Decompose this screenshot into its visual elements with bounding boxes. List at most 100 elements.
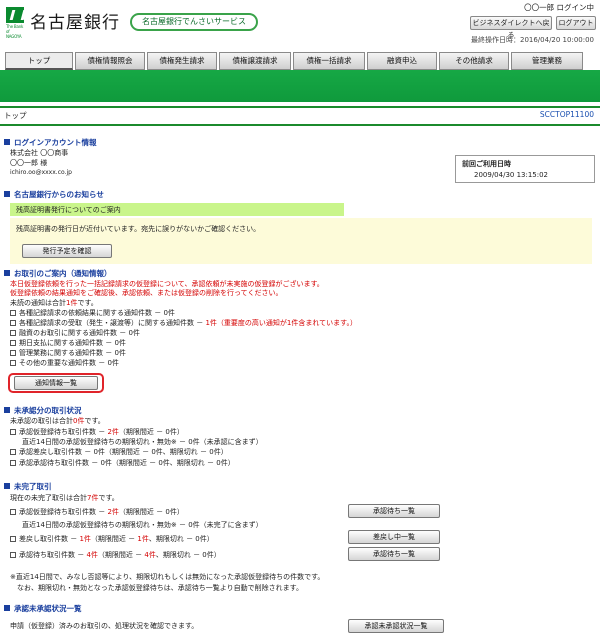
- returned-list-button[interactable]: 差戻し中一覧: [348, 530, 440, 544]
- incomplete-line-4-detail-a: （期限間近 －: [97, 551, 145, 559]
- notification-item-count: 0件: [128, 329, 140, 337]
- tab-other-requests[interactable]: その他請求: [439, 52, 509, 70]
- incomplete-line-3-label: 差戻し取引件数 －: [19, 535, 80, 543]
- awaiting-approval-list-button[interactable]: 承認待ち一覧: [348, 547, 440, 561]
- tab-bond-issue[interactable]: 債権発生請求: [147, 52, 217, 70]
- checkbox-icon: [10, 536, 16, 542]
- tab-financing[interactable]: 融資申込: [367, 52, 437, 70]
- incomplete-summary-prefix: 現在の未完了取引は合計: [10, 494, 87, 502]
- business-direct-button[interactable]: ビジネスダイレクトへ戻る: [470, 16, 552, 39]
- checkbox-icon: [10, 310, 16, 316]
- unread-summary: 未読の通知は合計1件です。: [10, 298, 98, 308]
- checkbox-icon: [10, 360, 16, 366]
- notification-item-note: （重要度の高い通知が1件含まれています。）: [216, 319, 357, 327]
- service-name-badge: 名古屋銀行でんさいサービス: [130, 13, 258, 31]
- notification-list-item: 管理業務に関する通知件数 － 0件: [10, 348, 126, 358]
- notification-item-label: 期日支払に関する通知件数: [19, 339, 103, 347]
- news-title: 残高証明書発行についてのご案内: [10, 203, 344, 216]
- notification-item-separator: －: [96, 359, 108, 367]
- incomplete-footnote-1: ※直近14日間で、みなし否認等により、期限切れもしくは無効になった承認仮登録待ち…: [10, 573, 325, 581]
- last-login-box: 前回ご利用日時 2009/04/30 13:15:02: [455, 155, 595, 183]
- section-unapproved-heading: 未承認分の取引状況: [4, 405, 82, 416]
- incomplete-summary-count: 7件: [87, 494, 99, 502]
- section-status-list-heading: 承認未承認状況一覧: [4, 603, 82, 614]
- incomplete-line-1-count: 2件: [107, 508, 119, 516]
- incomplete-line-4-near-count: 4件: [144, 551, 156, 559]
- tab-bond-transfer[interactable]: 債権譲渡請求: [219, 52, 291, 70]
- page-title: トップ: [4, 111, 27, 120]
- user-login-status: 〇〇一郎 ログイン中: [524, 3, 594, 12]
- notification-list-button[interactable]: 通知情報一覧: [14, 376, 98, 390]
- bank-name: 名古屋銀行: [30, 13, 120, 33]
- notification-list-item: その他の重要な通知件数 － 0件: [10, 358, 119, 368]
- notification-list-item: 各種記録請求の受取（発生・譲渡等）に関する通知件数 － 1件（重要度の高い通知が…: [10, 318, 357, 328]
- last-operation-time: 最終操作日時：2016/04/20 10:00:00: [470, 36, 594, 44]
- unapproved-summary: 未承認の取引は合計0件です。: [10, 416, 105, 426]
- tab-top[interactable]: トップ: [5, 52, 73, 70]
- news-body-text: 残高証明書の発行日が近付いています。宛先に誤りがないかご確認ください。: [16, 225, 261, 233]
- approval-status-list-button[interactable]: 承認未承認状況一覧: [348, 619, 444, 633]
- section-news-heading: 名古屋銀行からのお知らせ: [4, 189, 104, 200]
- notification-item-separator: －: [103, 339, 115, 347]
- screen-id: SCCTOP11100: [539, 110, 594, 119]
- notification-item-count: 0件: [107, 359, 119, 367]
- notification-item-label: その他の重要な通知件数: [19, 359, 96, 367]
- checkbox-icon: [10, 429, 16, 435]
- company-name: 株式会社 〇〇商事: [10, 149, 69, 157]
- unapproved-line-3-text: 承認差戻し取引件数 － 0件（期限間近 － 0件、期限切れ － 0件）: [19, 448, 228, 456]
- section-notifications-heading: お取引のご案内（通知情報）: [4, 268, 112, 279]
- tab-management[interactable]: 管理業務: [511, 52, 583, 70]
- incomplete-line-3-detail-b: 、期限切れ － 0件）: [148, 535, 214, 543]
- notification-item-count: 0件: [114, 349, 126, 357]
- divider: [0, 124, 600, 126]
- unread-count: 1件: [66, 299, 78, 307]
- last-login-value: 2009/04/30 13:15:02: [474, 171, 549, 179]
- page-title-bar: トップ SCCTOP11100: [0, 108, 600, 122]
- check-issue-schedule-button[interactable]: 発行予定を確認: [22, 244, 112, 258]
- unapproved-line-1-count: 2件: [107, 428, 119, 436]
- checkbox-icon: [10, 330, 16, 336]
- unapproved-line-4-text: 承認承認待ち取引件数 － 0件（期限間近 － 0件、期限切れ － 0件）: [19, 459, 235, 467]
- logout-button[interactable]: ログアウト: [556, 16, 596, 30]
- user-name: 〇〇一郎 様: [10, 159, 48, 167]
- user-email: ichiro.oo@xxxx.co.jp: [10, 169, 72, 176]
- notification-item-separator: －: [117, 329, 129, 337]
- logo-subtext: The Bank of NAGOYA: [6, 24, 24, 39]
- section-login-account-heading: ログインアカウント情報: [4, 137, 97, 148]
- incomplete-line-4-detail-b: 、期限切れ － 0件）: [155, 551, 221, 559]
- incomplete-line-3-count: 1件: [79, 535, 91, 543]
- unapproved-summary-suffix: です。: [84, 417, 105, 425]
- unapproved-line-4: 承認承認待ち取引件数 － 0件（期限間近 － 0件、期限切れ － 0件）: [10, 458, 235, 468]
- tab-bond-inquiry[interactable]: 債権情報照会: [75, 52, 145, 70]
- notification-item-count: 0件: [163, 309, 175, 317]
- checkbox-icon: [10, 320, 16, 326]
- notification-item-label: 各種記録請求の依頼結果に関する通知件数: [19, 309, 152, 317]
- incomplete-line-4-label: 承認待ち取引件数 －: [19, 551, 87, 559]
- notification-item-separator: －: [103, 349, 115, 357]
- unapproved-summary-prefix: 未承認の取引は合計: [10, 417, 73, 425]
- pending-approval-list-button[interactable]: 承認待ち一覧: [348, 504, 440, 518]
- incomplete-line-3-near-count: 1件: [137, 535, 149, 543]
- checkbox-icon: [10, 509, 16, 515]
- notification-item-count: 1件: [205, 319, 217, 327]
- unapproved-line-2: 直近14日間の承認仮登録待ちの期限切れ・無効※ － 0件（未承認に含まず）: [22, 438, 263, 446]
- notification-item-label: 融資のお取引に関する通知件数: [19, 329, 117, 337]
- incomplete-summary-suffix: です。: [98, 494, 119, 502]
- tab-bond-bulk[interactable]: 債権一括請求: [293, 52, 365, 70]
- unread-suffix: です。: [77, 299, 98, 307]
- header: The Bank of NAGOYA 名古屋銀行 名古屋銀行でんさいサービス 〇…: [0, 0, 600, 44]
- incomplete-line-4: 承認待ち取引件数 － 4件（期限間近 － 4件、期限切れ － 0件）: [10, 550, 221, 560]
- incomplete-line-1-label: 承認仮登録待ち取引件数 －: [19, 508, 108, 516]
- notification-list-item: 融資のお取引に関する通知件数 － 0件: [10, 328, 140, 338]
- nav-green-bar: [0, 70, 600, 102]
- notification-item-label: 各種記録請求の受取（発生・譲渡等）に関する通知件数: [19, 319, 194, 327]
- incomplete-line-1-detail: （期限間近 － 0件）: [118, 508, 184, 516]
- notification-list-item: 各種記録請求の依頼結果に関する通知件数 － 0件: [10, 308, 175, 318]
- unapproved-summary-count: 0件: [73, 417, 85, 425]
- unread-prefix: 未読の通知は合計: [10, 299, 66, 307]
- unapproved-line-1-detail: （期限間近 － 0件）: [118, 428, 184, 436]
- checkbox-icon: [10, 449, 16, 455]
- unapproved-line-1-label: 承認仮登録待ち取引件数 －: [19, 428, 108, 436]
- incomplete-line-4-count: 4件: [86, 551, 98, 559]
- incomplete-line-2: 直近14日間の承認仮登録待ちの期限切れ・無効※ － 0件（未完了に含まず）: [22, 521, 263, 529]
